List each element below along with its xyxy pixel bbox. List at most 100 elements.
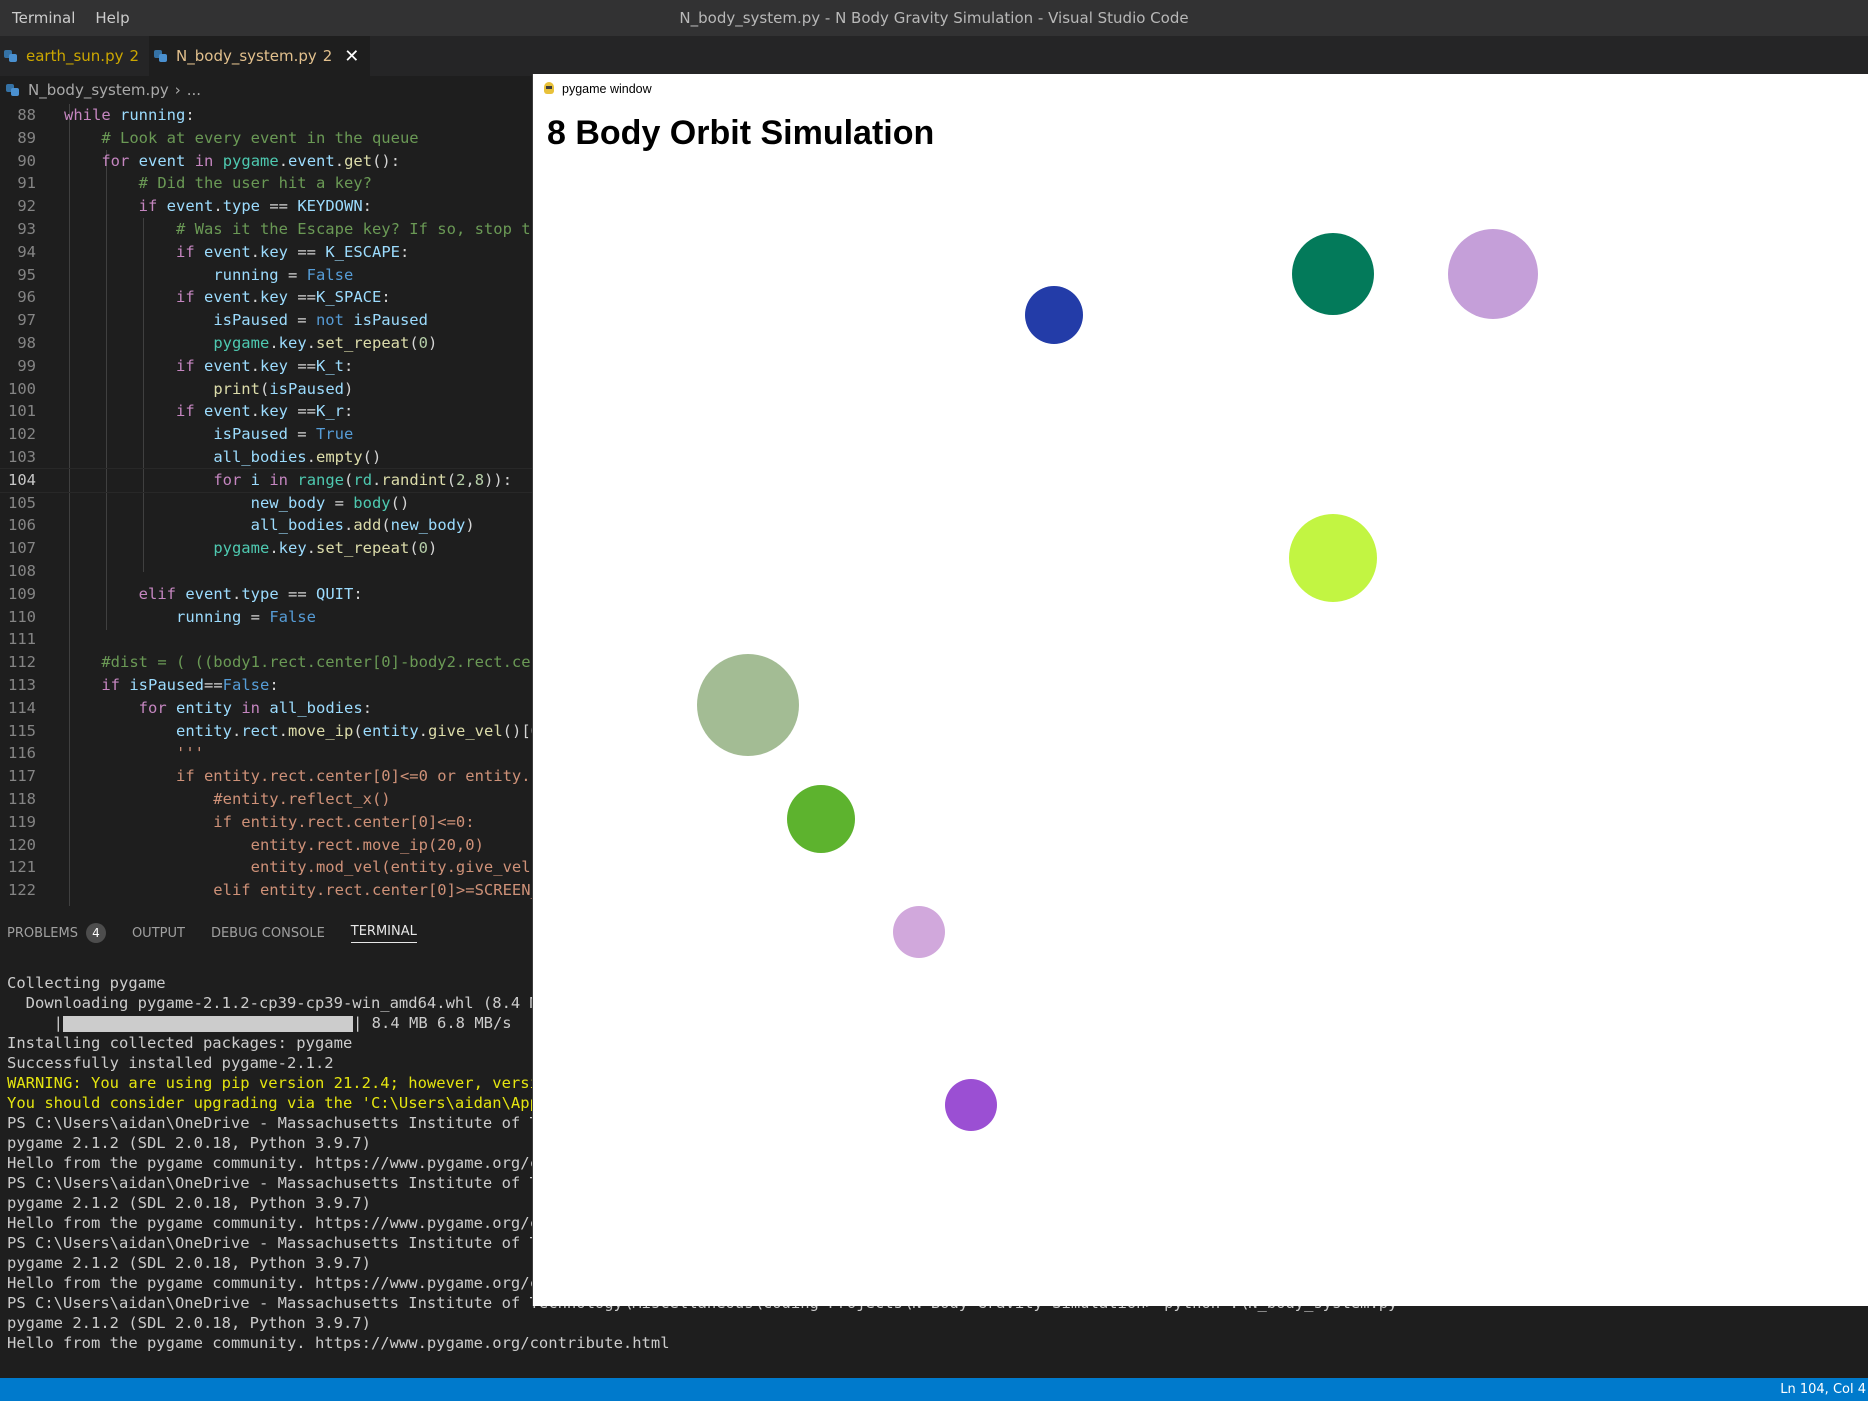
line-number: 107 <box>8 539 36 558</box>
line-number: 101 <box>8 402 36 421</box>
code-line[interactable]: 99 if event.key ==K_t: <box>0 355 540 378</box>
code-line[interactable]: 88 while running: <box>0 104 540 127</box>
line-number: 103 <box>8 447 36 466</box>
breadcrumb-symbols[interactable]: ... <box>187 81 201 99</box>
code-line[interactable]: 113 if isPaused==False: <box>0 674 540 697</box>
line-number: 120 <box>8 835 36 854</box>
line-number: 96 <box>17 288 36 307</box>
code-text: # Did the user hit a key? <box>138 174 372 193</box>
python-file-icon <box>154 49 168 63</box>
code-text: ''' <box>175 744 204 763</box>
code-line[interactable]: 119 if entity.rect.center[0]<=0: <box>0 811 540 834</box>
code-line[interactable]: 104 for i in range(rd.randint(2,8)): <box>0 467 540 493</box>
body-teal <box>1292 233 1374 315</box>
line-number: 108 <box>8 561 36 580</box>
cursor-position[interactable]: Ln 104, Col 4 <box>1780 1378 1866 1401</box>
code-line[interactable]: 114 for entity in all_bodies: <box>0 697 540 720</box>
line-number: 116 <box>8 744 36 763</box>
code-line[interactable]: 89 # Look at every event in the queue <box>0 127 540 150</box>
code-line[interactable]: 112 #dist = ( ((body1.rect.center[0]-bod… <box>0 651 540 674</box>
line-number: 118 <box>8 789 36 808</box>
panel-tabs: PROBLEMS 4 OUTPUT DEBUG CONSOLE TERMINAL <box>0 918 540 948</box>
code-editor[interactable]: 88 while running: 89 # Look at every event… <box>0 104 540 906</box>
line-number: 122 <box>8 881 36 900</box>
code-line[interactable]: 107 pygame.key.set_repeat(0) <box>0 537 540 560</box>
code-line[interactable]: 120 entity.rect.move_ip(20,0) <box>0 834 540 857</box>
line-number: 94 <box>17 242 36 261</box>
code-text: isPaused = not isPaused <box>213 311 428 330</box>
code-line[interactable]: 116 ''' <box>0 742 540 765</box>
code-line[interactable]: 95 running = False <box>0 264 540 287</box>
line-number: 109 <box>8 584 36 603</box>
line-number: 113 <box>8 675 36 694</box>
code-line[interactable]: 103 all_bodies.empty() <box>0 446 540 469</box>
code-line[interactable]: 121 entity.mod_vel(entity.give_vel() <box>0 856 540 879</box>
code-text: new_body = body() <box>250 493 410 512</box>
editor-tabs: earth_sun.py 2 N_body_system.py 2 ✕ <box>0 36 1868 76</box>
code-line[interactable]: 102 isPaused = True <box>0 423 540 446</box>
tab-problems[interactable]: PROBLEMS 4 <box>7 923 106 943</box>
tab-terminal[interactable]: TERMINAL <box>350 924 417 943</box>
code-line[interactable]: 94 if event.key == K_ESCAPE: <box>0 241 540 264</box>
download-progress-bar <box>63 1015 353 1032</box>
terminal-line: Hello from the pygame community. https:/… <box>7 1334 670 1352</box>
tab-debug-console[interactable]: DEBUG CONSOLE <box>211 926 325 941</box>
pygame-window[interactable]: pygame window 8 Body Orbit Simulation <box>532 74 1868 1306</box>
python-file-icon <box>4 49 18 63</box>
code-line[interactable]: 122 elif entity.rect.center[0]>=SCREEN_W… <box>0 879 540 902</box>
code-line[interactable]: 98 pygame.key.set_repeat(0) <box>0 332 540 355</box>
line-number: 121 <box>8 858 36 877</box>
tab-output[interactable]: OUTPUT <box>132 926 185 941</box>
code-line[interactable]: 93 # Was it the Escape key? If so, stop … <box>0 218 540 241</box>
code-line[interactable]: 90 for event in pygame.event.get(): <box>0 150 540 173</box>
code-text: # Was it the Escape key? If so, stop the… <box>175 219 540 238</box>
line-number: 100 <box>8 379 36 398</box>
code-text: # Look at every event in the queue <box>101 128 419 147</box>
vscode-title-bar: Terminal Help N_body_system.py - N Body … <box>0 0 1868 36</box>
code-text: for i in range(rd.randint(2,8)): <box>213 470 513 489</box>
code-line[interactable]: 92 if event.type == KEYDOWN: <box>0 195 540 218</box>
code-line[interactable]: 100 print(isPaused) <box>0 378 540 401</box>
close-icon[interactable]: ✕ <box>344 46 359 67</box>
line-number: 91 <box>17 174 36 193</box>
status-bar: Ln 104, Col 4 <box>0 1378 1868 1401</box>
code-text: running = False <box>213 265 354 284</box>
code-line[interactable]: 96 if event.key ==K_SPACE: <box>0 286 540 309</box>
window-title: N_body_system.py - N Body Gravity Simula… <box>679 9 1189 27</box>
problem-count: 2 <box>129 47 140 65</box>
code-text: elif event.type == QUIT: <box>138 584 363 603</box>
code-line[interactable]: 117 if entity.rect.center[0]<=0 or entit… <box>0 765 540 788</box>
python-file-icon <box>6 83 20 97</box>
body-sage <box>697 654 799 756</box>
line-number: 119 <box>8 812 36 831</box>
code-line[interactable]: 101 if event.key ==K_r: <box>0 400 540 423</box>
body-lavender <box>1448 229 1538 319</box>
code-line[interactable]: 111 <box>0 628 540 651</box>
line-number: 111 <box>8 630 36 649</box>
line-number: 89 <box>17 128 36 147</box>
line-number: 92 <box>17 197 36 216</box>
code-line[interactable]: 108 <box>0 560 540 583</box>
breadcrumb-file[interactable]: N_body_system.py <box>28 81 169 99</box>
tab-earth-sun[interactable]: earth_sun.py 2 <box>0 36 151 76</box>
code-text: running = False <box>175 607 316 626</box>
code-line[interactable]: 105 new_body = body() <box>0 492 540 515</box>
line-number: 98 <box>17 333 36 352</box>
code-line[interactable]: 109 elif event.type == QUIT: <box>0 583 540 606</box>
code-line[interactable]: 97 isPaused = not isPaused <box>0 309 540 332</box>
code-text: for entity in all_bodies: <box>138 698 373 717</box>
code-line[interactable]: 118 #entity.reflect_x() <box>0 788 540 811</box>
pygame-title-bar[interactable]: pygame window <box>533 74 1868 104</box>
code-line[interactable]: 91 # Did the user hit a key? <box>0 172 540 195</box>
code-line[interactable]: 115 entity.rect.move_ip(entity.give_vel(… <box>0 720 540 743</box>
tab-label: N_body_system.py <box>176 47 317 65</box>
tab-n-body-system[interactable]: N_body_system.py 2 ✕ <box>150 36 371 76</box>
simulation-canvas <box>697 229 1538 1131</box>
line-number: 102 <box>8 425 36 444</box>
code-text: #dist = ( ((body1.rect.center[0]-body2.r… <box>101 653 540 672</box>
code-text: if isPaused==False: <box>101 675 279 694</box>
code-line[interactable]: 106 all_bodies.add(new_body) <box>0 514 540 537</box>
code-line[interactable]: 110 running = False <box>0 606 540 629</box>
code-text: all_bodies.empty() <box>213 447 382 466</box>
body-green <box>787 785 855 853</box>
